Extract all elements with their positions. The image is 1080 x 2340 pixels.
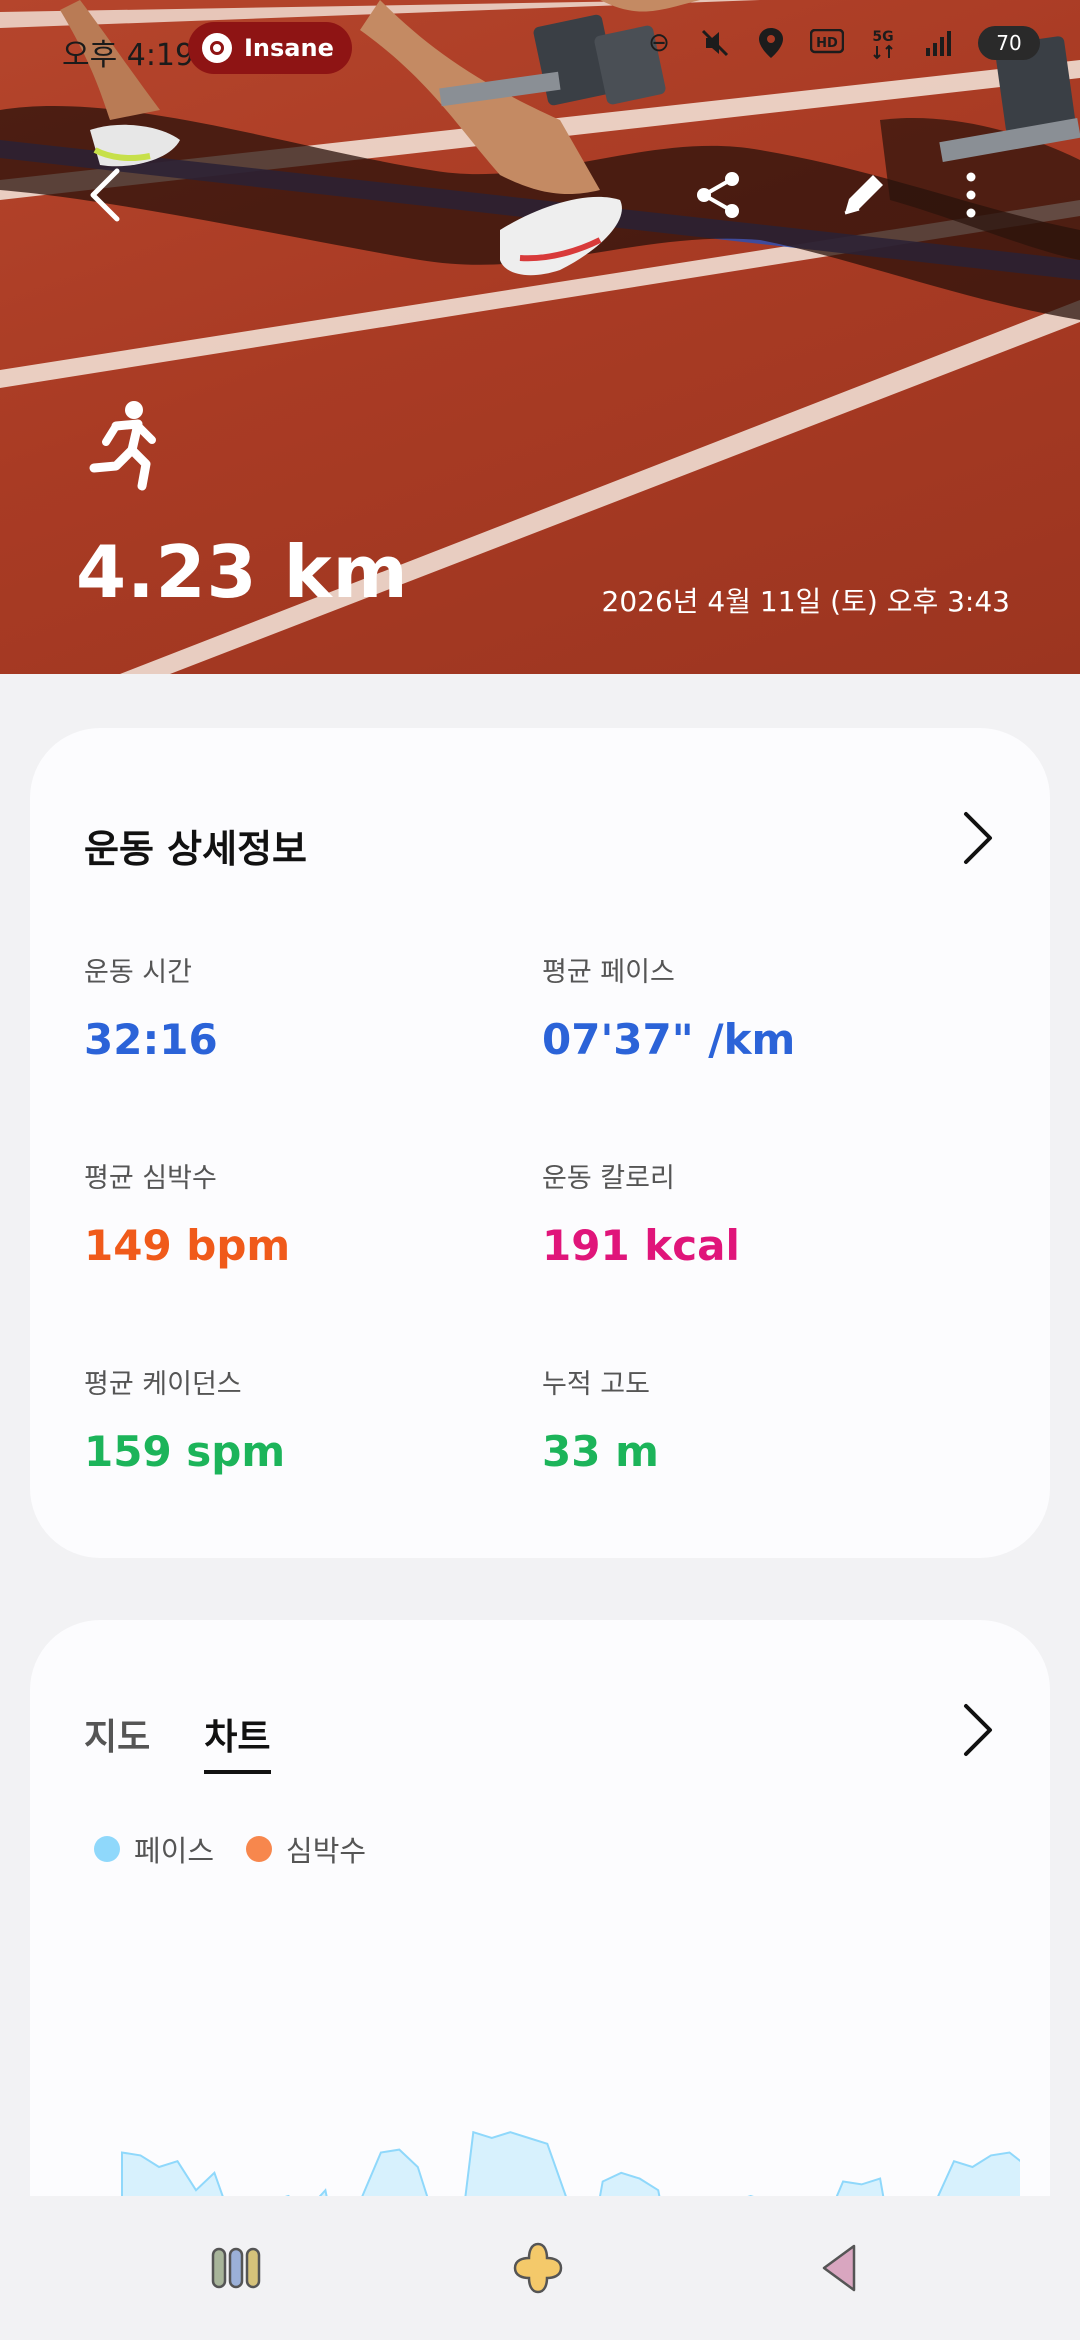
share-icon [697, 172, 739, 218]
metric-duration: 운동 시간 32:16 [84, 950, 218, 1064]
metric-label: 평균 심박수 [84, 1163, 217, 1194]
tab-chart[interactable]: 차트 [204, 1708, 271, 1774]
screen-recording-indicator[interactable]: Insane [188, 22, 352, 74]
back-nav-icon [822, 2244, 856, 2292]
metric-label: 운동 시간 [84, 957, 192, 988]
hero-image: 오후 4:19 Insane ⊖ HD 5G 70 4.23 km 2026년 … [0, 0, 1080, 674]
status-bar: 오후 4:19 Insane ⊖ HD 5G 70 [0, 22, 1080, 78]
chart-tabs: 지도 차트 [84, 1708, 271, 1774]
back-nav-button[interactable] [810, 2238, 870, 2298]
location-icon [754, 26, 788, 60]
more-icon [966, 172, 976, 218]
metric-value: 07'37" /km [542, 1015, 796, 1064]
status-time: 오후 4:19 [62, 38, 195, 73]
battery-icon: 70 [978, 26, 1040, 60]
metric-value: 191 kcal [542, 1221, 740, 1270]
navigation-bar [0, 2196, 1080, 2340]
recents-icon [211, 2247, 261, 2289]
metric-value: 149 bpm [84, 1221, 291, 1270]
record-icon [202, 33, 232, 63]
chevron-right-icon[interactable] [952, 1700, 1002, 1760]
home-icon [513, 2242, 563, 2294]
metric-label: 운동 칼로리 [542, 1163, 675, 1194]
back-icon [90, 168, 120, 222]
status-icons: ⊖ HD 5G 70 [642, 26, 1040, 60]
metric-calories: 운동 칼로리 191 kcal [542, 1156, 740, 1270]
metric-elevation-gain: 누적 고도 33 m [542, 1362, 659, 1476]
workout-details-card: 운동 상세정보 운동 시간 32:16 평균 페이스 07'37" /km 평균… [30, 728, 1050, 1558]
metric-label: 누적 고도 [542, 1369, 650, 1400]
svg-text:5G: 5G [872, 29, 893, 45]
metric-value: 32:16 [84, 1015, 218, 1064]
metric-value: 33 m [542, 1427, 659, 1476]
more-options-button[interactable] [936, 160, 1006, 230]
running-icon [89, 401, 156, 491]
metric-label: 평균 케이던스 [84, 1369, 242, 1400]
metric-avg-heart-rate: 평균 심박수 149 bpm [84, 1156, 290, 1270]
home-button[interactable] [508, 2238, 568, 2298]
tab-map[interactable]: 지도 [84, 1708, 150, 1774]
edit-button[interactable] [828, 160, 898, 230]
workout-datetime: 2026년 4월 11일 (토) 오후 3:43 [601, 585, 1011, 618]
back-button[interactable] [70, 160, 140, 230]
chevron-right-icon[interactable] [952, 808, 1002, 868]
svg-text:HD: HD [816, 36, 838, 51]
hd-voice-icon: HD [810, 26, 844, 60]
network-5g-icon: 5G [866, 26, 900, 60]
metric-value: 159 spm [84, 1427, 286, 1476]
share-button[interactable] [683, 160, 753, 230]
do-not-disturb-icon: ⊖ [648, 28, 670, 58]
workout-distance: 4.23 km [76, 530, 409, 614]
mute-icon [698, 26, 732, 60]
edit-icon [844, 175, 883, 215]
recording-label: Insane [244, 34, 334, 62]
recents-button[interactable] [206, 2238, 266, 2298]
metric-label: 평균 페이스 [542, 957, 675, 988]
card-title: 운동 상세정보 [84, 827, 307, 871]
metric-avg-cadence: 평균 케이던스 159 spm [84, 1362, 285, 1476]
metric-avg-pace: 평균 페이스 07'37" /km [542, 950, 795, 1064]
signal-icon [922, 26, 956, 60]
